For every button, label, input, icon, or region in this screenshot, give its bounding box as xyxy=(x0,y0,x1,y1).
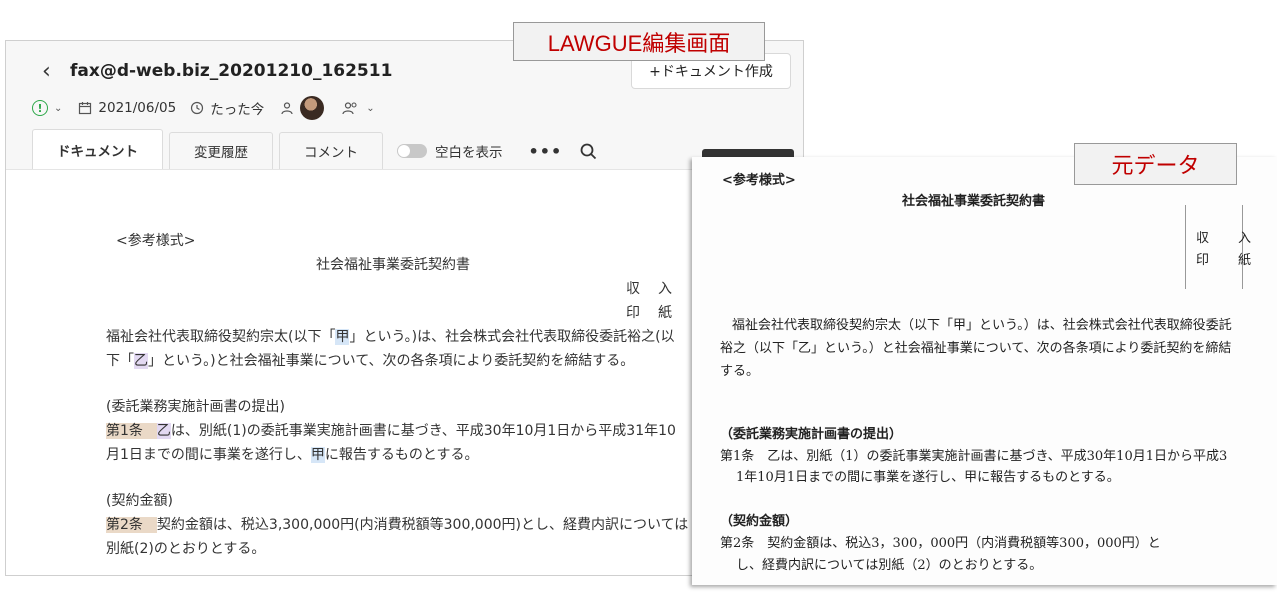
orig-stamp-line-1: 収 入 xyxy=(1196,231,1260,246)
party-kou-highlight[interactable]: 甲 xyxy=(310,447,325,463)
document-title: fax@d-web.biz_20201210_162511 xyxy=(70,61,393,81)
orig-preamble-line-1: 福祉会社代表取締役契約宗太（以下「甲」という。）は、社会株式会社代表取締役委託 xyxy=(732,318,1232,333)
text-span: 」という。)と社会福祉事業について、次の各条項により委託契約を締結する。 xyxy=(148,353,635,369)
orig-section-1-heading: （委託業務実施計画書の提出） xyxy=(720,427,903,442)
orig-preamble-line-2: 裕之（以下「乙」という。）と社会福祉事業について、次の各条項により委託契約を締結 xyxy=(720,341,1232,356)
toggle-switch[interactable] xyxy=(397,144,427,158)
chevron-left-icon[interactable]: ‹ xyxy=(42,59,51,84)
article-number-highlight[interactable]: 第2条 xyxy=(106,517,157,533)
orig-article-1-line-2: 1年10月1日までの間に事業を遂行し、甲に報告するものとする。 xyxy=(736,470,1120,485)
text-span: 契約金額は、税込3,300,000円(内消費税額等300,000円)とし、経費内… xyxy=(156,517,689,533)
text-span: に報告するものとする。 xyxy=(324,447,479,463)
avatar[interactable] xyxy=(300,96,325,120)
tab-document[interactable]: ドキュメント xyxy=(32,129,163,169)
tab-history[interactable]: 変更履歴 xyxy=(169,132,273,169)
tab-comments[interactable]: コメント xyxy=(279,132,383,169)
document-tabs: ドキュメント 変更履歴 コメント 空白を表示 ••• xyxy=(32,129,597,169)
orig-contract-title: 社会福祉事業委託契約書 xyxy=(902,194,1046,209)
article-number-highlight[interactable]: 第1条 xyxy=(106,423,157,439)
editor-window: ‹ fax@d-web.biz_20201210_162511 ! ⌄ 2021… xyxy=(5,40,804,576)
toggle-label: 空白を表示 xyxy=(435,145,503,161)
party-kou-highlight[interactable]: 甲 xyxy=(335,329,350,345)
original-scan: <参考様式> 社会福祉事業委託契約書 収 入 印 紙 福祉会社代表取締役契約宗太… xyxy=(692,157,1277,585)
user-icon xyxy=(281,102,293,115)
document-meta: ! ⌄ 2021/06/05 たった今 ⌄ xyxy=(32,96,385,120)
more-icon[interactable]: ••• xyxy=(529,133,563,169)
search-icon[interactable] xyxy=(580,133,597,169)
orig-article-2-line-1: 第2条 契約金額は、税込3，300，000円（内消費税額等300，000円）と xyxy=(720,536,1161,551)
exclamation-circle-icon[interactable]: ! xyxy=(32,100,48,116)
clock-icon xyxy=(191,101,204,115)
orig-stamp-line-2: 印 紙 xyxy=(1196,253,1260,268)
chevron-down-icon[interactable]: ⌄ xyxy=(54,103,62,114)
calendar-icon xyxy=(79,102,92,115)
document-date: 2021/06/05 xyxy=(98,100,177,116)
editor-label: LAWGUE編集画面 xyxy=(513,22,765,61)
orig-article-2-line-2: し、経費内訳については別紙（2）のとおりとする。 xyxy=(736,558,1043,573)
party-otsu-highlight[interactable]: 乙 xyxy=(156,423,171,439)
users-icon[interactable] xyxy=(342,101,360,115)
text-span: 」という。)は、社会株式会社代表取締役委託裕之(以 xyxy=(349,329,675,345)
chevron-down-icon[interactable]: ⌄ xyxy=(366,103,374,114)
orig-section-2-heading: （契約金額） xyxy=(720,514,799,529)
text-span: 下「 xyxy=(106,353,134,369)
original-label: 元データ xyxy=(1074,143,1237,185)
updated-time: たった今 xyxy=(210,102,265,118)
orig-stamp-box: 収 入 印 紙 xyxy=(1185,205,1251,289)
show-whitespace-toggle[interactable]: 空白を表示 xyxy=(397,133,503,169)
text-span: は、別紙(1)の委託事業実施計画書に基づき、平成30年10月1日から平成31年1… xyxy=(170,423,676,439)
orig-preamble-line-3: する。 xyxy=(720,364,760,379)
party-otsu-highlight[interactable]: 乙 xyxy=(134,353,148,369)
text-span: 月1日までの間に事業を遂行し、 xyxy=(106,447,311,463)
orig-ref-heading: <参考様式> xyxy=(722,173,796,188)
text-span: 福祉会社代表取締役契約宗太(以下「 xyxy=(106,329,336,345)
orig-article-1-line-1: 第1条 乙は、別紙（1）の委託事業実施計画書に基づき、平成30年10月1日から平… xyxy=(720,449,1228,464)
